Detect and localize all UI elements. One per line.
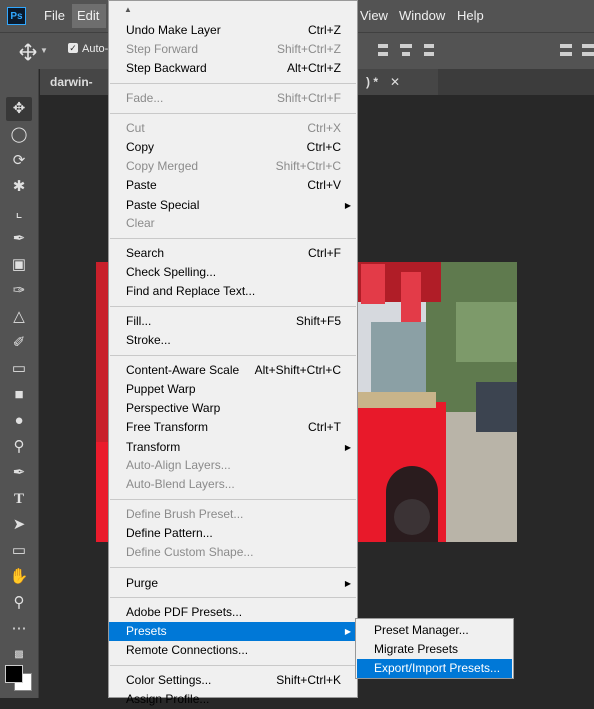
more-tools-icon[interactable]: ⋯ (6, 617, 32, 641)
menu-separator (110, 567, 356, 568)
menu-separator (110, 597, 356, 598)
submenu-item-preset-manager[interactable]: Preset Manager... (357, 621, 512, 640)
document-tab-active[interactable]: ) * ✕ (358, 69, 438, 95)
menu-separator (110, 499, 356, 500)
menu-item-auto-blend-layers: Auto-Blend Layers... (126, 477, 235, 491)
brush-tool-icon[interactable]: ✑ (6, 279, 32, 303)
move-tool-icon[interactable]: ✥ (6, 97, 32, 121)
presets-submenu: Preset Manager... Migrate Presets Export… (355, 618, 514, 679)
submenu-arrow-icon: ▶ (344, 201, 351, 210)
submenu-arrow-icon: ▶ (344, 579, 351, 588)
menu-scroll-up-icon[interactable]: ▲ (124, 5, 132, 14)
menu-item-paste[interactable]: Paste Ctrl+V (109, 176, 357, 195)
menu-item-adobe-pdf-presets[interactable]: Adobe PDF Presets... (109, 603, 357, 622)
menu-item-assign-profile[interactable]: Assign Profile... (109, 690, 357, 709)
menu-item-step-forward: Step Forward Shift+Ctrl+Z (126, 42, 341, 56)
menu-item-content-aware-scale[interactable]: Content-Aware Scale Alt+Shift+Ctrl+C (109, 361, 357, 380)
photoshop-logo: Ps (7, 7, 26, 25)
menu-item-define-brush-preset: Define Brush Preset... (126, 507, 244, 521)
menu-item-puppet-warp[interactable]: Puppet Warp (109, 380, 357, 399)
gradient-icon[interactable]: ■ (6, 383, 32, 407)
eraser-icon[interactable]: ▭ (6, 357, 32, 381)
crop-tool-icon[interactable]: ⌞ (6, 201, 32, 225)
type-tool-icon[interactable]: T (6, 487, 32, 511)
dodge-icon[interactable]: ⚲ (6, 435, 32, 459)
menu-file[interactable]: File (44, 8, 65, 23)
eyedropper-icon[interactable]: ✒ (6, 227, 32, 251)
menu-item-define-pattern[interactable]: Define Pattern... (109, 524, 357, 543)
menu-separator (110, 355, 356, 356)
menu-separator (110, 665, 356, 666)
align-buttons-group[interactable] (378, 41, 594, 61)
pen-tool-icon[interactable]: ✒ (6, 461, 32, 485)
document-tab[interactable]: darwin-kor (40, 69, 108, 115)
menu-item-transform[interactable]: Transform ▶ (109, 438, 357, 457)
rectangle-tool-icon[interactable]: ▭ (6, 539, 32, 563)
quick-select-icon[interactable]: ✱ (6, 175, 32, 199)
menu-item-color-settings[interactable]: Color Settings... Shift+Ctrl+K (109, 671, 357, 690)
menu-item-auto-align-layers: Auto-Align Layers... (126, 458, 231, 472)
submenu-item-export-import-presets[interactable]: Export/Import Presets... (357, 659, 512, 678)
tools-panel: ✥ ◯ ⟳ ✱ ⌞ ✒ ▣ ✑ △ ✐ ▭ ■ ● ⚲ ✒ T ➤ ▭ ✋ ⚲ … (0, 69, 39, 698)
lasso-tool-icon[interactable]: ⟳ (6, 149, 32, 173)
menu-item-fade: Fade... Shift+Ctrl+F (126, 91, 341, 105)
menu-edit[interactable]: Edit (77, 8, 99, 23)
menu-separator (110, 238, 356, 239)
foreground-color-swatch[interactable] (5, 665, 23, 683)
menu-item-fill[interactable]: Fill... Shift+F5 (109, 312, 357, 331)
menu-window[interactable]: Window (399, 8, 445, 23)
menu-item-paste-special[interactable]: Paste Special ▶ (109, 196, 357, 215)
menu-item-define-custom-shape: Define Custom Shape... (126, 545, 254, 559)
menu-view[interactable]: View (360, 8, 388, 23)
blur-icon[interactable]: ● (6, 409, 32, 433)
menu-separator (110, 113, 356, 114)
menu-item-cut: Cut Ctrl+X (126, 121, 341, 135)
menu-item-purge[interactable]: Purge ▶ (109, 574, 357, 593)
menu-item-undo-make-layer[interactable]: Undo Make Layer Ctrl+Z (109, 21, 357, 40)
stamp-tool-icon[interactable]: △ (6, 305, 32, 329)
menu-item-check-spelling[interactable]: Check Spelling... (109, 263, 357, 282)
menu-item-remote-connections[interactable]: Remote Connections... (109, 641, 357, 660)
menu-item-perspective-warp[interactable]: Perspective Warp (109, 399, 357, 418)
close-icon[interactable]: ✕ (390, 69, 400, 95)
menu-item-search[interactable]: Search Ctrl+F (109, 244, 357, 263)
submenu-item-migrate-presets[interactable]: Migrate Presets (357, 640, 512, 659)
hand-tool-icon[interactable]: ✋ (6, 565, 32, 589)
menu-help[interactable]: Help (457, 8, 484, 23)
submenu-arrow-icon: ▶ (344, 627, 351, 636)
menu-separator (110, 83, 356, 84)
menu-item-free-transform[interactable]: Free Transform Ctrl+T (109, 418, 357, 437)
menu-item-clear: Clear (126, 216, 155, 230)
auto-select-checkbox[interactable]: ✓ (68, 43, 78, 53)
history-brush-icon[interactable]: ✐ (6, 331, 32, 355)
menu-item-presets[interactable]: Presets ▶ (109, 622, 357, 641)
move-tool-option-icon[interactable] (18, 43, 38, 61)
auto-select-label: Auto- (82, 43, 109, 55)
menu-item-stroke[interactable]: Stroke... (109, 331, 357, 350)
menu-item-copy-merged: Copy Merged Shift+Ctrl+C (126, 159, 341, 173)
healing-brush-icon[interactable]: ▣ (6, 253, 32, 277)
menu-item-find-replace[interactable]: Find and Replace Text... (109, 282, 357, 301)
tab-title-suffix: ) * (366, 75, 378, 89)
submenu-arrow-icon: ▶ (344, 443, 351, 452)
edit-menu-dropdown: ▲ Undo Make Layer Ctrl+Z Step Forward Shif… (108, 0, 358, 706)
default-colors-icon[interactable]: ▩ (6, 643, 32, 667)
marquee-tool-icon[interactable]: ◯ (6, 123, 32, 147)
menu-item-step-backward[interactable]: Step Backward Alt+Ctrl+Z (109, 59, 357, 78)
menu-separator (110, 306, 356, 307)
path-select-icon[interactable]: ➤ (6, 513, 32, 537)
menu-item-copy[interactable]: Copy Ctrl+C (109, 138, 357, 157)
chevron-down-icon[interactable]: ▼ (40, 46, 48, 55)
zoom-tool-icon[interactable]: ⚲ (6, 591, 32, 615)
